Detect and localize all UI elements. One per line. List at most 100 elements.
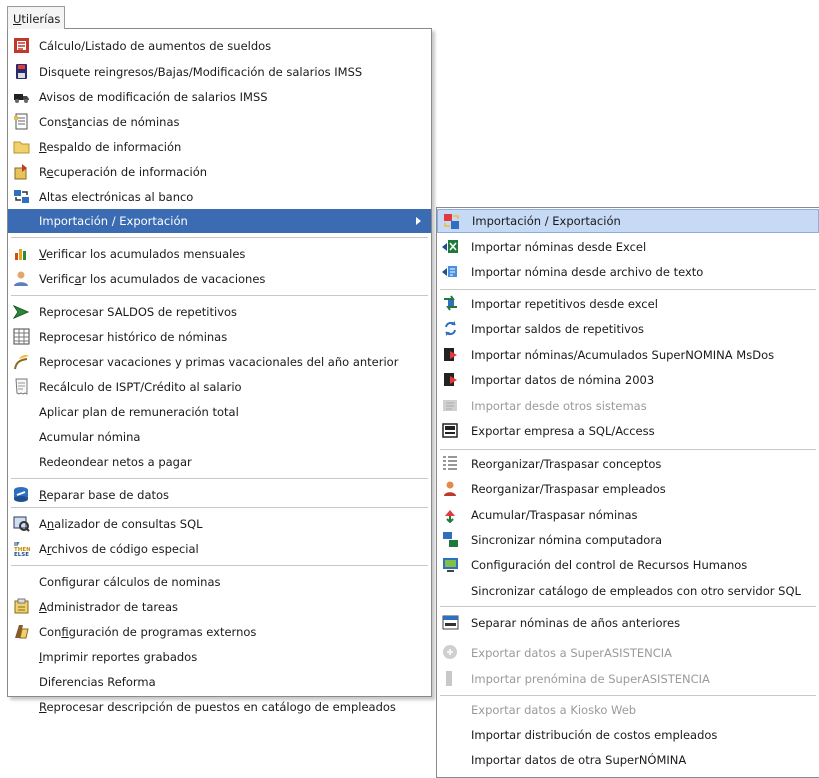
main-menu-item-label: Respaldo de información [39,140,182,154]
sub-menu-item-reorganizar-traspasar-empleados[interactable]: Reorganizar/Traspasar empleados [437,477,819,501]
sub-menu-item-exportar-empresa-a-sql-access[interactable]: Exportar empresa a SQL/Access [437,419,819,443]
menubar-utilerias-label: Utilerías [13,12,61,26]
main-menu-item-label: Reprocesar descripción de puestos en cat… [39,700,396,714]
import-export-icon [443,213,460,230]
if-then-else-icon: IF THEN ELSE [13,540,30,557]
main-menu-item-label: Recálculo de ISPT/Crédito al salario [39,380,242,394]
sub-menu-item-importar-saldos-de-repetitivos[interactable]: Importar saldos de repetitivos [437,317,819,341]
main-menu-item-acumular-nomina[interactable]: Acumular nómina [8,425,431,449]
menu-separator [11,237,428,238]
sub-menu-item-label: Importar repetitivos desde excel [471,297,658,311]
main-menu-item-constancias-de-nominas[interactable]: Constancias de nóminas [8,110,431,134]
sub-menu-item-sincronizar-nomina-computadora[interactable]: Sincronizar nómina computadora [437,528,819,552]
menu-separator [11,295,428,296]
sub-menu-item-importar-distribucion-de-costos-empleado[interactable]: Importar distribución de costos empleado… [437,723,819,747]
list-icon [442,455,459,472]
main-menu-item-imprimir-reportes-grabados[interactable]: Imprimir reportes grabados [8,645,431,669]
sub-menu-item-reorganizar-traspasar-conceptos[interactable]: Reorganizar/Traspasar conceptos [437,452,819,476]
sub-menu-item-label: Reorganizar/Traspasar empleados [471,482,666,496]
main-menu-item-importacion-exportacion[interactable]: Importación / Exportación [8,209,431,233]
menu-separator [440,606,816,607]
main-menu-item-configuracion-de-programas-externos[interactable]: Configuración de programas externos [8,620,431,644]
main-menu-item-administrador-de-tareas[interactable]: Administrador de tareas [8,595,431,619]
people-icon [13,270,30,287]
main-menu-item-label: Administrador de tareas [39,600,179,614]
sub-menu-item-label: Exportar datos a Kiosko Web [471,703,637,717]
sub-menu-item-label: Sincronizar nómina computadora [471,533,663,547]
external-program-icon [13,623,30,640]
menu-separator [11,507,428,508]
main-menu-item-label: Reprocesar histórico de nóminas [39,330,228,344]
main-menu-item-recalculo-de-ispt-credito-al-salario[interactable]: Recálculo de ISPT/Crédito al salario [8,375,431,399]
main-menu-item-disquete-reingresos-bajas-modificacion-d[interactable]: Disquete reingresos/Bajas/Modificación d… [8,60,431,84]
menubar-utilerias[interactable]: Utilerías [7,6,65,29]
bar-check-icon [13,245,30,262]
main-menu-item-reprocesar-saldos-de-repetitivos[interactable]: Reprocesar SALDOS de repetitivos [8,300,431,324]
sub-menu-item-importacion-exportacion[interactable]: Importación / Exportación [437,209,819,233]
sub-menu-item-acumular-traspasar-nominas[interactable]: Acumular/Traspasar nóminas [437,503,819,527]
main-menu-item-label: Verificar los acumulados mensuales [39,247,246,261]
truck-icon [13,88,30,105]
sub-menu-item-label: Acumular/Traspasar nóminas [471,508,638,522]
sql-icon [13,515,30,532]
sub-menu-item-separar-nominas-de-anos-anteriores[interactable]: Separar nóminas de años anteriores [437,611,819,635]
arrow-green-icon [13,303,30,320]
refresh-icon [442,320,459,337]
main-menu-item-verificar-los-acumulados-mensuales[interactable]: Verificar los acumulados mensuales [8,242,431,266]
main-menu-item-avisos-de-modificacion-de-salarios-imss[interactable]: Avisos de modificación de salarios IMSS [8,85,431,109]
sub-menu-item-label: Importar nómina desde archivo de texto [471,265,704,279]
main-menu-item-configurar-calculos-de-nominas[interactable]: Configurar cálculos de nominas [8,570,431,594]
beach-icon [13,353,30,370]
accumulate-icon [442,506,459,523]
sub-menu-item-sincronizar-catalogo-de-empleados-con-ot[interactable]: Sincronizar catálogo de empleados con ot… [437,579,819,603]
sub-menu-item-label: Importar datos de nómina 2003 [471,373,655,387]
main-menu-item-label: Diferencias Reforma [39,675,156,689]
main-menu-item-redeondear-netos-a-pagar[interactable]: Redeondear netos a pagar [8,450,431,474]
sub-menu-item-importar-nominas-acumulados-supernomina-[interactable]: Importar nóminas/Acumulados SuperNOMINA … [437,343,819,367]
calendar-split-icon [442,614,459,631]
sub-menu-item-importar-datos-de-otra-supernomina[interactable]: Importar datos de otra SuperNÓMINA [437,748,819,772]
main-menu-item-recuperacion-de-informacion[interactable]: Recuperación de información [8,160,431,184]
main-menu-item-aplicar-plan-de-remuneracion-total[interactable]: Aplicar plan de remuneración total [8,400,431,424]
sub-menu-item-label: Reorganizar/Traspasar conceptos [471,457,662,471]
main-menu-item-reparar-base-de-datos[interactable]: Reparar base de datos [8,483,431,507]
sub-menu-item-importar-repetitivos-desde-excel[interactable]: Importar repetitivos desde excel [437,292,819,316]
main-menu-item-label: Avisos de modificación de salarios IMSS [39,90,268,104]
sub-menu-item-importar-nomina-desde-archivo-de-texto[interactable]: Importar nómina desde archivo de texto [437,260,819,284]
svg-text:ELSE: ELSE [14,552,29,557]
calc-sheet-icon [13,37,30,54]
sub-menu-item-label: Importar nóminas/Acumulados SuperNOMINA … [471,348,775,362]
main-menu-item-calculo-listado-de-aumentos-de-sueldos[interactable]: Cálculo/Listado de aumentos de sueldos [8,34,431,58]
sub-menu-item-label: Separar nóminas de años anteriores [471,616,681,630]
main-menu-item-reprocesar-vacaciones-y-primas-vacaciona[interactable]: Reprocesar vacaciones y primas vacaciona… [8,350,431,374]
sub-menu-item-label: Importar saldos de repetitivos [471,322,645,336]
main-menu-item-label: Reparar base de datos [39,488,170,502]
sub-menu-item-label: Sincronizar catálogo de empleados con ot… [471,584,801,598]
main-menu-item-label: Recuperación de información [39,165,208,179]
repair-db-icon [13,486,30,503]
menu-separator [440,449,816,450]
main-menu-item-analizador-de-consultas-sql[interactable]: Analizador de consultas SQL [8,512,431,536]
main-menu-item-label: Reprocesar vacaciones y primas vacaciona… [39,355,399,369]
main-menu-item-respaldo-de-informacion[interactable]: Respaldo de información [8,135,431,159]
sub-menu-item-label: Importar datos de otra SuperNÓMINA [471,753,687,767]
main-menu-item-reprocesar-historico-de-nominas[interactable]: Reprocesar histórico de nóminas [8,325,431,349]
sub-menu-item-label: Importar prenómina de SuperASISTENCIA [471,672,710,686]
sub-menu-item-importar-desde-otros-sistemas: Importar desde otros sistemas [437,394,819,418]
main-menu-item-archivos-de-codigo-especial[interactable]: IF THEN ELSE Archivos de código especial [8,537,431,561]
document-icon [13,113,30,130]
main-menu-item-altas-electronicas-al-banco[interactable]: Altas electrónicas al banco [8,185,431,209]
sub-menu-item-label: Importar distribución de costos empleado… [471,728,718,742]
main-menu-item-reprocesar-descripcion-de-puestos-en-cat[interactable]: Reprocesar descripción de puestos en cat… [8,695,431,719]
sub-menu-item-configuracion-del-control-de-recursos-hu[interactable]: Configuración del control de Recursos Hu… [437,553,819,577]
sub-menu-item-importar-nominas-desde-excel[interactable]: Importar nóminas desde Excel [437,235,819,259]
main-menu-item-verificar-los-acumulados-de-vacaciones[interactable]: Verificar los acumulados de vacaciones [8,267,431,291]
main-menu-item-label: Cálculo/Listado de aumentos de sueldos [39,39,272,53]
main-menu-item-diferencias-reforma[interactable]: Diferencias Reforma [8,670,431,694]
sub-menu-item-importar-datos-de-nomina-2003[interactable]: Importar datos de nómina 2003 [437,368,819,392]
importacion-exportacion-submenu: Importación / Exportación Importar nómina… [436,207,819,778]
receipt-icon [13,378,30,395]
sync-computer-icon [442,531,459,548]
main-menu-item-label: Imprimir reportes grabados [39,650,198,664]
main-menu-item-label: Configurar cálculos de nominas [39,575,221,589]
